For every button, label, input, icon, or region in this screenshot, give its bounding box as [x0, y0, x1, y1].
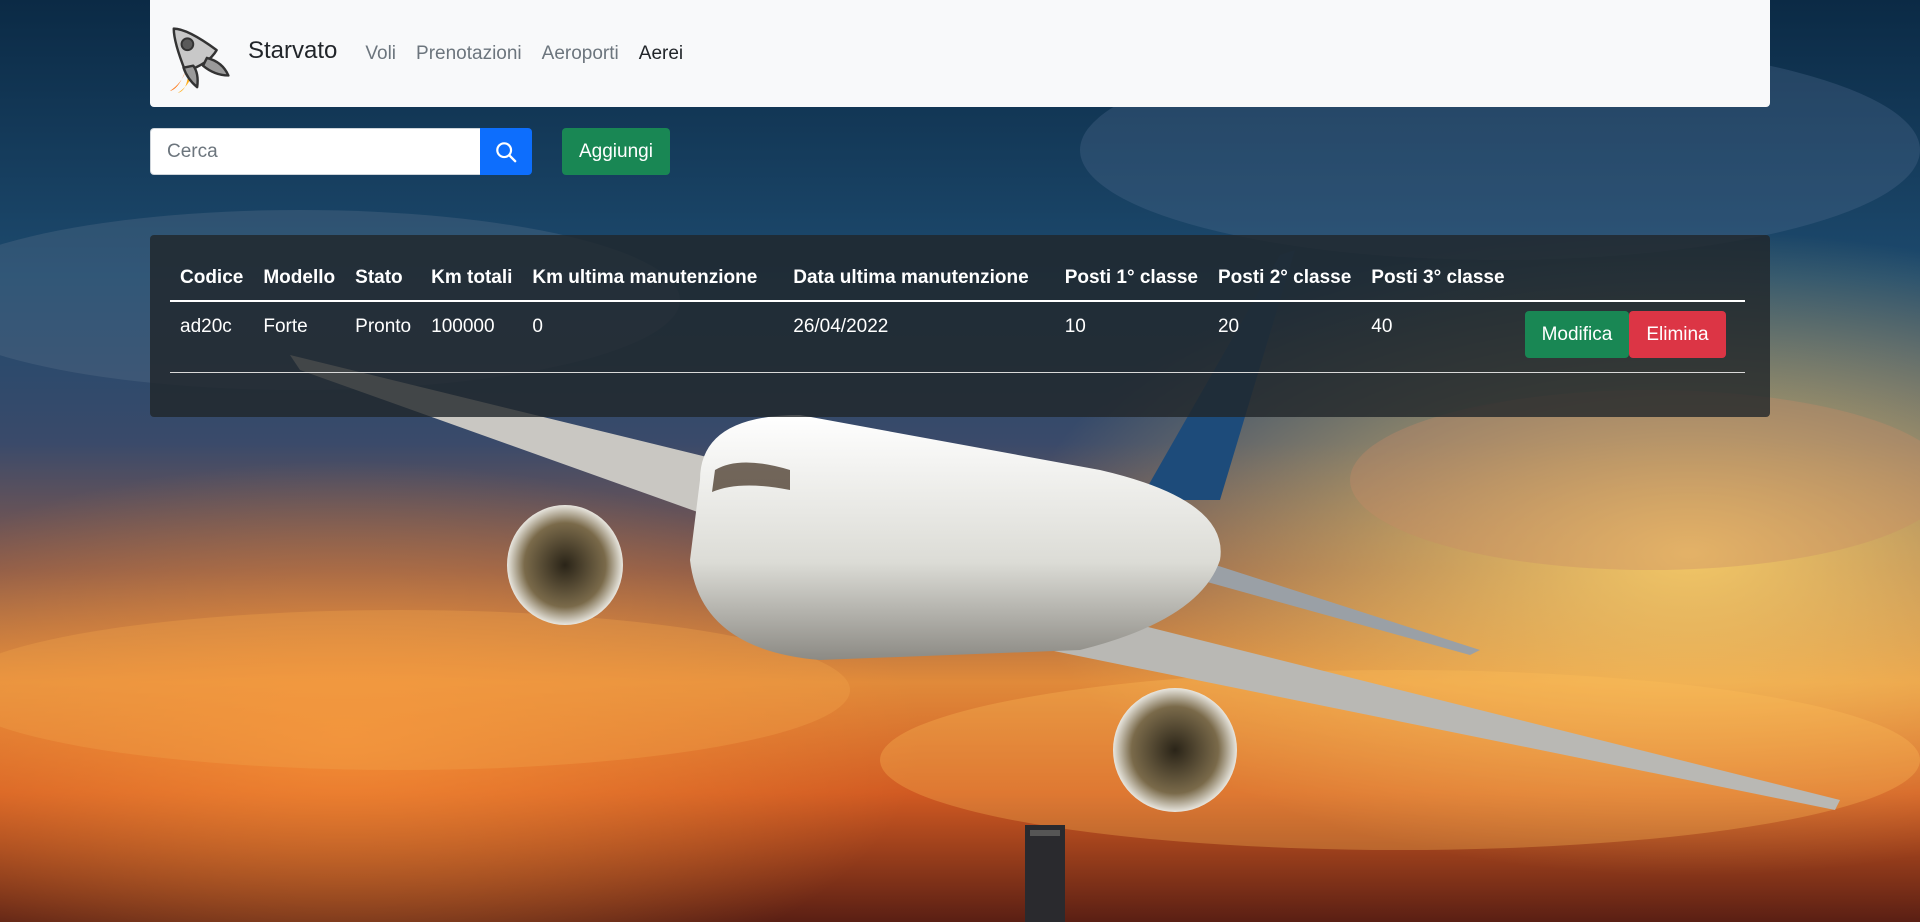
- cell-posti-3-classe: 40: [1361, 301, 1515, 373]
- search-input[interactable]: [150, 128, 480, 175]
- table-row: ad20c Forte Pronto 100000 0 26/04/2022 1…: [170, 301, 1745, 373]
- cell-km-totali: 100000: [421, 301, 523, 373]
- navbar: Starvato Voli Prenotazioni Aeroporti Aer…: [150, 0, 1770, 107]
- cell-posti-1-classe: 10: [1054, 301, 1208, 373]
- rocket-icon: [169, 26, 230, 93]
- header-posti-2-classe: Posti 2° classe: [1207, 255, 1362, 302]
- aircraft-table-panel: Codice Modello Stato Km totali Km ultima…: [150, 235, 1770, 417]
- header-km-totali: Km totali: [421, 255, 523, 302]
- header-posti-1-classe: Posti 1° classe: [1054, 255, 1208, 302]
- nav-link-aeroporti[interactable]: Aeroporti: [542, 43, 619, 65]
- cell-data-ultima-manutenzione: 26/04/2022: [783, 301, 1055, 373]
- cell-modello: Forte: [253, 301, 346, 373]
- aircraft-table: Codice Modello Stato Km totali Km ultima…: [170, 255, 1745, 373]
- cell-actions: Modifica Elimina: [1514, 301, 1745, 373]
- cell-codice: ad20c: [170, 301, 254, 373]
- nav-link-voli[interactable]: Voli: [365, 43, 396, 65]
- header-modello: Modello: [253, 255, 346, 302]
- nav-link-aerei[interactable]: Aerei: [639, 43, 683, 65]
- cell-posti-2-classe: 20: [1207, 301, 1362, 373]
- header-stato: Stato: [345, 255, 422, 302]
- header-posti-3-classe: Posti 3° classe: [1361, 255, 1515, 302]
- delete-button[interactable]: Elimina: [1629, 311, 1726, 358]
- cell-km-ultima-manutenzione: 0: [522, 301, 784, 373]
- search-icon: [496, 141, 517, 162]
- brand-name: Starvato: [248, 36, 338, 64]
- search-button[interactable]: [480, 128, 532, 175]
- header-codice: Codice: [170, 255, 254, 302]
- header-km-ultima-manutenzione: Km ultima manutenzione: [522, 255, 784, 302]
- header-actions: [1514, 255, 1745, 302]
- search-group: [150, 128, 532, 175]
- cell-stato: Pronto: [345, 301, 422, 373]
- add-button[interactable]: Aggiungi: [562, 128, 670, 175]
- edit-button[interactable]: Modifica: [1524, 311, 1630, 358]
- nav-link-prenotazioni[interactable]: Prenotazioni: [416, 43, 522, 65]
- nav-links: Voli Prenotazioni Aeroporti Aerei: [355, 43, 693, 65]
- header-data-ultima-manutenzione: Data ultima manutenzione: [783, 255, 1055, 302]
- brand[interactable]: Starvato: [164, 15, 337, 93]
- table-header-row: Codice Modello Stato Km totali Km ultima…: [170, 255, 1745, 302]
- search-toolbar: Aggiungi: [150, 128, 670, 175]
